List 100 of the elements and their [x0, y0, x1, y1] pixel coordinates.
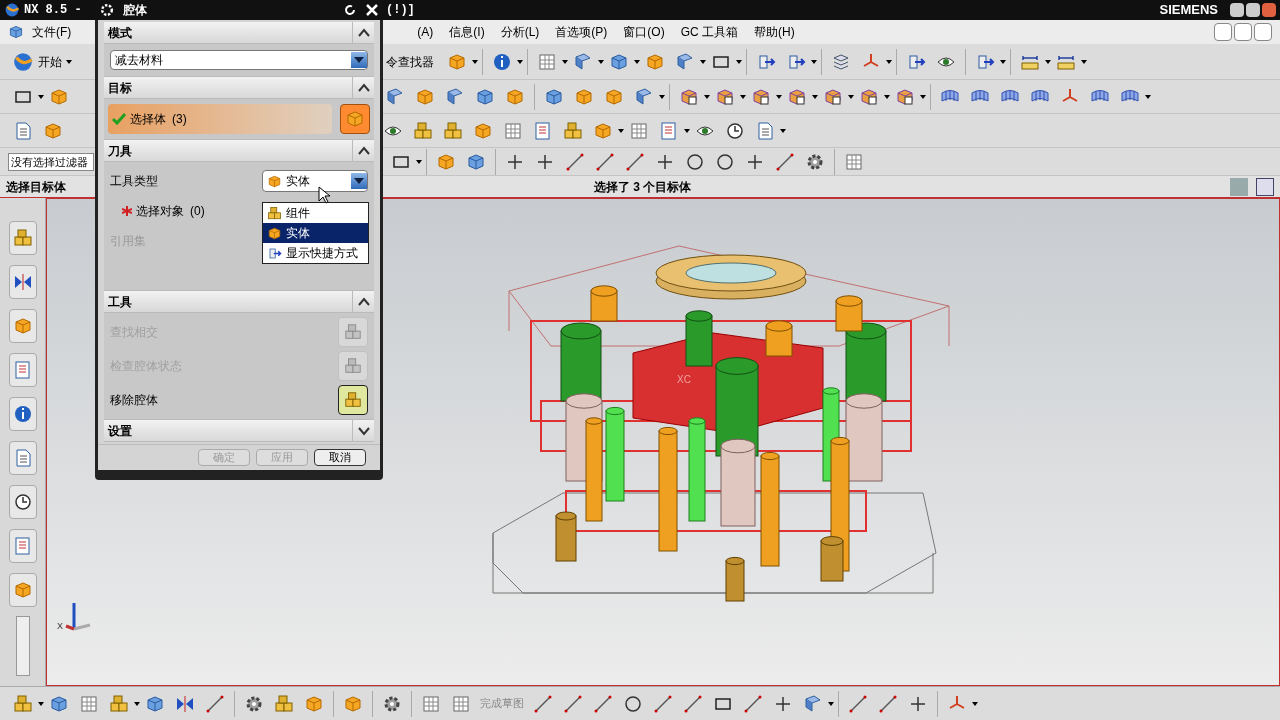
caret-icon[interactable]: [886, 59, 892, 64]
section-header[interactable]: 模式: [104, 22, 374, 44]
blocks-icon: [443, 120, 463, 141]
reset-icon[interactable]: [343, 3, 357, 17]
close-button[interactable]: [1262, 3, 1276, 17]
tool-type-label: 工具类型: [110, 173, 158, 190]
selection-filter-field[interactable]: 没有选择过滤器: [8, 152, 94, 171]
line-icon: [878, 693, 898, 714]
menu-item[interactable]: (A): [409, 23, 442, 41]
collapse-icon[interactable]: [356, 82, 371, 93]
blocks-icon: [267, 205, 282, 221]
fullscreen-button[interactable]: [1256, 177, 1274, 196]
caret-icon[interactable]: [1045, 59, 1051, 64]
maximize-button[interactable]: [1246, 3, 1260, 17]
caret-icon[interactable]: [776, 94, 782, 99]
resource-bar-button[interactable]: [8, 265, 37, 299]
caret-icon[interactable]: [811, 59, 817, 64]
tool-type-dropdown[interactable]: 实体: [262, 170, 368, 192]
cube-icon: [12, 316, 33, 336]
caret-icon[interactable]: [416, 159, 422, 164]
caret-icon[interactable]: [634, 59, 640, 64]
document-icon: [13, 120, 33, 141]
section-header[interactable]: 刀具: [104, 140, 374, 162]
menu-item[interactable]: 信息(I): [441, 23, 493, 41]
collapse-icon[interactable]: [356, 145, 371, 156]
collapse-icon[interactable]: [356, 296, 371, 307]
caret-icon[interactable]: [780, 128, 786, 133]
caret-icon[interactable]: [920, 94, 926, 99]
caret-icon[interactable]: [704, 94, 710, 99]
cube-icon: [715, 86, 735, 107]
minimize-button[interactable]: [1230, 3, 1244, 17]
blocks-icon: [344, 391, 362, 409]
section-header[interactable]: 设置: [104, 420, 374, 442]
resource-bar-button[interactable]: [8, 485, 37, 519]
menu-item[interactable]: 分析(L): [492, 23, 548, 41]
caret-icon[interactable]: [517, 59, 523, 64]
line-icon: [563, 693, 583, 714]
grid-icon: [844, 151, 864, 172]
info-icon: [12, 404, 33, 424]
caret-icon[interactable]: [562, 59, 568, 64]
settings-icon[interactable]: [99, 2, 115, 18]
caret-icon[interactable]: [1081, 59, 1087, 64]
select-body-row[interactable]: 选择体 (3): [108, 104, 332, 134]
menu-item[interactable]: 窗口(O): [615, 23, 673, 41]
section-header[interactable]: 目标: [104, 77, 374, 99]
cube-icon: [544, 86, 564, 107]
caret-icon[interactable]: [472, 59, 478, 64]
menu-item[interactable]: GC 工具箱: [672, 23, 746, 41]
caret-icon[interactable]: [736, 59, 742, 64]
cube-icon: [609, 51, 629, 72]
cube-icon: [473, 120, 493, 141]
caret-icon[interactable]: [1000, 59, 1006, 64]
menu-item[interactable]: 帮助(H): [746, 23, 803, 41]
caret-icon[interactable]: [848, 94, 854, 99]
cube-icon: [49, 693, 69, 714]
minimize-button[interactable]: [1214, 23, 1232, 41]
cube-icon: [43, 120, 63, 141]
caret-icon[interactable]: [38, 701, 44, 706]
restore-button[interactable]: [1234, 23, 1252, 41]
caret-icon[interactable]: [134, 701, 140, 706]
caret-icon[interactable]: [1145, 94, 1151, 99]
caret-icon[interactable]: [740, 94, 746, 99]
scroll-bar[interactable]: [15, 616, 30, 676]
cube-icon: [267, 173, 282, 189]
select-body-button[interactable]: [340, 104, 370, 134]
tool-action-button[interactable]: [338, 385, 368, 415]
dropdown-option[interactable]: 组件: [263, 203, 368, 223]
close-icon[interactable]: [365, 3, 379, 17]
menu-item[interactable]: 文件(F): [24, 23, 80, 41]
menu-item[interactable]: 首选项(P): [547, 23, 616, 41]
caret-icon[interactable]: [618, 128, 624, 133]
caret-icon[interactable]: [972, 701, 978, 706]
dropdown-option[interactable]: 实体: [263, 223, 368, 243]
caret-icon[interactable]: [828, 701, 834, 706]
cube-icon: [436, 151, 456, 172]
sheet-icon: [445, 86, 465, 107]
section-header[interactable]: 工具: [104, 291, 374, 313]
caret-icon[interactable]: [812, 94, 818, 99]
select-object-label[interactable]: 选择对象 (0): [136, 202, 205, 220]
collapse-icon[interactable]: [356, 27, 371, 38]
line-icon: [565, 151, 585, 172]
cube-icon: [8, 24, 24, 40]
dropdown-option[interactable]: 显示快捷方式: [263, 243, 368, 263]
grid-icon: [421, 693, 441, 714]
caret-icon[interactable]: [66, 59, 72, 64]
dialog-button[interactable]: 取消: [314, 449, 366, 466]
cube-icon: [447, 51, 467, 72]
line-icon: [683, 693, 703, 714]
expand-icon[interactable]: [356, 425, 371, 436]
caret-icon[interactable]: [884, 94, 890, 99]
caret-icon[interactable]: [598, 59, 604, 64]
caret-icon[interactable]: [659, 94, 665, 99]
caret-icon[interactable]: [38, 94, 44, 99]
mode-dropdown[interactable]: 减去材料: [110, 50, 368, 70]
cube-icon: [12, 580, 33, 600]
close-button[interactable]: [1254, 23, 1272, 41]
caret-icon[interactable]: [684, 128, 690, 133]
start-button[interactable]: 开始: [8, 47, 66, 76]
sheet-icon: [803, 693, 823, 714]
caret-icon[interactable]: [700, 59, 706, 64]
